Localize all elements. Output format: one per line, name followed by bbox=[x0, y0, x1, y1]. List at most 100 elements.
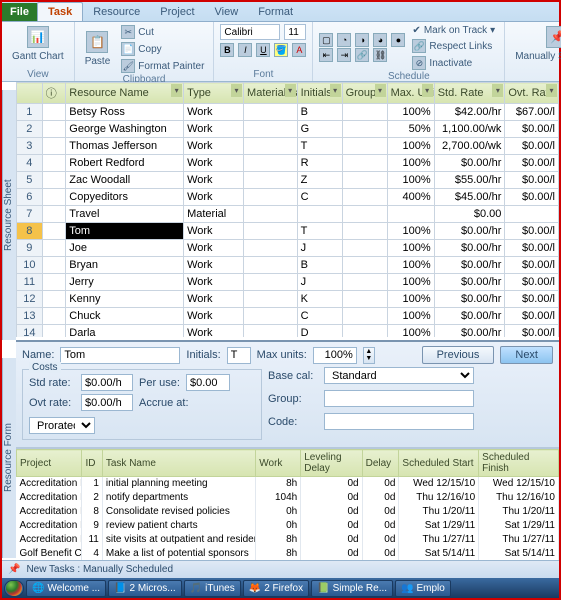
task-delay-cell[interactable]: 0d bbox=[362, 505, 399, 519]
col-ovt-rate[interactable]: Ovt. Rate▾ bbox=[505, 83, 559, 104]
indicator-cell[interactable] bbox=[42, 104, 66, 121]
initials-cell[interactable]: C bbox=[297, 189, 342, 206]
task-row[interactable]: Accreditation P11site visits at outpatie… bbox=[17, 533, 559, 547]
std-rate-cell[interactable]: $0.00/hr bbox=[434, 223, 505, 240]
resource-name-cell[interactable]: Travel bbox=[66, 206, 184, 223]
tab-format[interactable]: Format bbox=[248, 3, 303, 21]
format-painter-button[interactable]: 🖌Format Painter bbox=[118, 58, 207, 74]
indicator-cell[interactable] bbox=[42, 138, 66, 155]
ovt-rate-cell[interactable]: $0.00/l bbox=[505, 325, 559, 338]
task-project-cell[interactable]: Accreditation P bbox=[17, 519, 82, 533]
prog0-icon[interactable]: ▢ bbox=[319, 33, 333, 47]
initials-cell[interactable]: R bbox=[297, 155, 342, 172]
std-rate-cell[interactable]: $42.00/hr bbox=[434, 104, 505, 121]
indicator-cell[interactable] bbox=[42, 155, 66, 172]
copy-button[interactable]: 📄Copy bbox=[118, 41, 207, 57]
indicator-cell[interactable] bbox=[42, 206, 66, 223]
row-number[interactable]: 3 bbox=[17, 138, 43, 155]
font-color-button[interactable]: A bbox=[292, 43, 306, 57]
material-cell[interactable] bbox=[244, 257, 298, 274]
mark-on-track-button[interactable]: ✔Mark on Track▾ bbox=[409, 24, 498, 37]
ovt-rate-cell[interactable] bbox=[505, 206, 559, 223]
task-name-cell[interactable]: Make a list of potential sponsors bbox=[102, 547, 255, 561]
col-indicator[interactable]: ⓘ bbox=[42, 83, 66, 104]
row-number[interactable]: 5 bbox=[17, 172, 43, 189]
ovt-rate-cell[interactable]: $0.00/l bbox=[505, 189, 559, 206]
max-units-cell[interactable]: 100% bbox=[387, 104, 434, 121]
resource-grid[interactable]: ⓘ Resource Name▾ Type▾ Material Label▾ I… bbox=[16, 82, 559, 337]
row-number[interactable]: 14 bbox=[17, 325, 43, 338]
indicator-cell[interactable] bbox=[42, 308, 66, 325]
type-cell[interactable]: Work bbox=[184, 104, 244, 121]
std-rate-cell[interactable]: $45.00/hr bbox=[434, 189, 505, 206]
task-name-cell[interactable]: site visits at outpatient and residentia… bbox=[102, 533, 255, 547]
table-row[interactable]: 1Betsy RossWorkB100%$42.00/hr$67.00/l bbox=[17, 104, 559, 121]
task-id-cell[interactable]: 4 bbox=[82, 547, 102, 561]
task-name-cell[interactable]: review patient charts bbox=[102, 519, 255, 533]
row-number[interactable]: 12 bbox=[17, 291, 43, 308]
task-name-cell[interactable]: initial planning meeting bbox=[102, 477, 255, 491]
per-use-field[interactable] bbox=[186, 374, 230, 391]
table-row[interactable]: 4Robert RedfordWorkR100%$0.00/hr$0.00/l bbox=[17, 155, 559, 172]
indicator-cell[interactable] bbox=[42, 121, 66, 138]
indicator-cell[interactable] bbox=[42, 189, 66, 206]
task-leveling-cell[interactable]: 0d bbox=[301, 505, 362, 519]
type-cell[interactable]: Work bbox=[184, 274, 244, 291]
task-id-cell[interactable]: 11 bbox=[82, 533, 102, 547]
col-resource-name[interactable]: Resource Name▾ bbox=[66, 83, 184, 104]
col-group[interactable]: Group▾ bbox=[342, 83, 387, 104]
tcol-delay[interactable]: Delay bbox=[362, 450, 399, 477]
indicator-cell[interactable] bbox=[42, 172, 66, 189]
tcol-sfinish[interactable]: Scheduled Finish bbox=[479, 450, 559, 477]
taskbar-item[interactable]: 📗Simple Re... bbox=[311, 580, 393, 597]
tcol-project[interactable]: Project bbox=[17, 450, 82, 477]
task-row[interactable]: Accreditation P1initial planning meeting… bbox=[17, 477, 559, 491]
indent-icon[interactable]: ⇥ bbox=[337, 48, 351, 62]
row-number[interactable]: 10 bbox=[17, 257, 43, 274]
material-cell[interactable] bbox=[244, 325, 298, 338]
group-cell[interactable] bbox=[342, 274, 387, 291]
initials-cell[interactable]: B bbox=[297, 257, 342, 274]
unlink-icon[interactable]: ⛓ bbox=[373, 48, 387, 62]
file-tab[interactable]: File bbox=[2, 3, 37, 21]
resource-name-cell[interactable]: Darla bbox=[66, 325, 184, 338]
manually-schedule-button[interactable]: 📌 Manually Schedule bbox=[511, 24, 561, 64]
task-project-cell[interactable]: Accreditation P bbox=[17, 491, 82, 505]
ovt-rate-cell[interactable]: $0.00/l bbox=[505, 274, 559, 291]
italic-button[interactable]: I bbox=[238, 43, 252, 57]
max-units-cell[interactable]: 100% bbox=[387, 325, 434, 338]
dropdown-icon[interactable]: ▾ bbox=[330, 84, 341, 97]
initials-cell[interactable]: J bbox=[297, 240, 342, 257]
task-delay-cell[interactable]: 0d bbox=[362, 519, 399, 533]
row-number[interactable]: 13 bbox=[17, 308, 43, 325]
col-material[interactable]: Material Label▾ bbox=[244, 83, 298, 104]
task-work-cell[interactable]: 8h bbox=[256, 477, 301, 491]
taskbar-item[interactable]: 👥Emplo bbox=[395, 580, 451, 597]
task-row[interactable]: Accreditation P8Consolidate revised poli… bbox=[17, 505, 559, 519]
type-cell[interactable]: Work bbox=[184, 223, 244, 240]
group-cell[interactable] bbox=[342, 291, 387, 308]
prog75-icon[interactable]: ◕ bbox=[373, 33, 387, 47]
outdent-icon[interactable]: ⇤ bbox=[319, 48, 333, 62]
group-cell[interactable] bbox=[342, 189, 387, 206]
group-cell[interactable] bbox=[342, 206, 387, 223]
basecal-select[interactable]: Standard bbox=[324, 367, 474, 384]
indicator-cell[interactable] bbox=[42, 240, 66, 257]
table-row[interactable]: 14DarlaWorkD100%$0.00/hr$0.00/l bbox=[17, 325, 559, 338]
table-row[interactable]: 2George WashingtonWorkG50%1,100.00/wk$0.… bbox=[17, 121, 559, 138]
task-sstart-cell[interactable]: Thu 1/27/11 bbox=[399, 533, 479, 547]
task-name-cell[interactable]: notify departments bbox=[102, 491, 255, 505]
table-row[interactable]: 13ChuckWorkC100%$0.00/hr$0.00/l bbox=[17, 308, 559, 325]
task-sfinish-cell[interactable]: Thu 1/20/11 bbox=[479, 505, 559, 519]
taskbar-item[interactable]: 📘2 Micros... bbox=[108, 580, 182, 597]
task-leveling-cell[interactable]: 0d bbox=[301, 547, 362, 561]
type-cell[interactable]: Work bbox=[184, 138, 244, 155]
task-work-cell[interactable]: 104h bbox=[256, 491, 301, 505]
side-tab-resource-form[interactable]: Resource Form bbox=[2, 358, 16, 558]
col-type[interactable]: Type▾ bbox=[184, 83, 244, 104]
name-field[interactable] bbox=[60, 347, 180, 364]
resource-name-cell[interactable]: Robert Redford bbox=[66, 155, 184, 172]
initials-cell[interactable]: T bbox=[297, 138, 342, 155]
task-project-cell[interactable]: Golf Benefit Cl bbox=[17, 547, 82, 561]
task-sstart-cell[interactable]: Sat 1/29/11 bbox=[399, 519, 479, 533]
